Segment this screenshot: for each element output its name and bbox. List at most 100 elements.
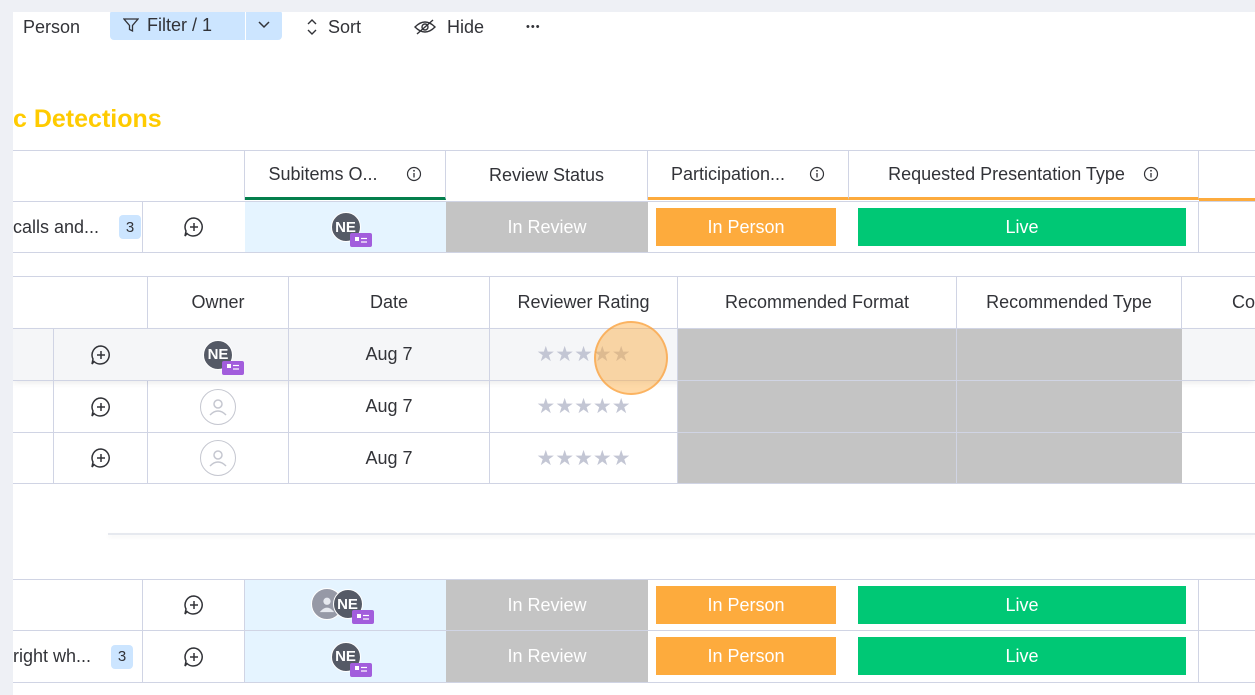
participation-label: In Person [707,216,785,237]
sort-icon [307,19,317,35]
review-status-cell[interactable]: In Review [446,631,648,682]
guest-badge-icon [351,610,374,624]
item-name-cell[interactable]: calls and... 3 [13,202,143,252]
review-status-cell[interactable]: In Review [446,202,648,252]
add-update-button[interactable] [143,580,244,630]
divider [13,682,1255,683]
add-update-icon [183,595,203,615]
subheader-recommended-format-label: Recommended Format [724,292,910,312]
subitem-owner-cell[interactable] [148,381,289,432]
recommended-type-cell[interactable] [957,329,1182,380]
presentation-type-cell[interactable]: Live [858,586,1186,624]
click-indicator [594,321,668,395]
subheader-next-column[interactable]: Co [1182,277,1255,328]
divider [13,483,1255,484]
subitem-date: Aug 7 [365,447,413,468]
sort-label: Sort [328,16,362,37]
add-update-button[interactable] [143,202,244,252]
participation-cell[interactable]: In Person [656,586,836,624]
empty-person-icon [200,388,236,425]
avatar: NE [332,589,374,624]
rating-stars[interactable]: ★★★★★ [536,446,630,471]
presentation-type-label: Live [1005,216,1039,237]
hide-button[interactable]: Hide [413,12,484,42]
recommended-type-cell[interactable] [957,433,1182,483]
subitem-owner-cell[interactable]: NE [148,329,289,380]
subheader-owner[interactable]: Owner [148,277,289,328]
board-canvas: Person Filter / 1 Sort Hide ••• c Detect… [13,12,1255,695]
subitem-owner-cell[interactable] [148,433,289,483]
subitem-rating-cell[interactable]: ★★★★★ [490,433,678,483]
presentation-type-cell[interactable]: Live [858,637,1186,675]
guest-badge-icon [349,662,372,677]
guest-badge-icon [349,233,372,247]
filter-button[interactable]: Filter / 1 [110,12,245,40]
add-update-icon [90,448,110,468]
participation-cell[interactable]: In Person [656,637,836,675]
subitems-owner-cell[interactable]: NE [245,202,446,252]
subitem-add-update-button[interactable] [54,329,147,380]
header-subitems[interactable]: Subitems O... [245,151,446,200]
subitems-owner-cell[interactable]: NE [245,631,446,682]
sort-button[interactable]: Sort [306,12,361,42]
divider [13,252,1255,253]
more-options-button[interactable]: ••• [526,12,541,42]
add-update-icon [183,646,203,667]
avatar-group: NE [310,588,381,624]
info-icon [406,166,421,182]
item-name-cell[interactable]: right wh... 3 [13,631,143,682]
empty-person-icon [200,440,236,476]
review-status-label: In Review [507,646,587,666]
subitem-add-update-button[interactable] [54,433,147,483]
item-name: calls and... [13,216,100,237]
subheader-recommended-type-label: Recommended Type [986,292,1152,312]
subitem-date-cell[interactable]: Aug 7 [289,433,490,483]
recommended-format-cell[interactable] [678,433,957,483]
subitems-owner-cell[interactable]: NE [245,580,446,630]
subitem-count-badge[interactable]: 3 [119,215,142,239]
add-update-icon [90,344,110,365]
subitems-footer [108,533,1255,535]
subitem-date: Aug 7 [365,344,413,364]
add-update-icon [90,396,110,417]
person-filter-button[interactable]: Person [23,12,80,42]
avatar: NE [203,339,244,375]
avatar: NE [330,641,372,677]
add-update-icon [183,217,203,237]
subheader-reviewer-rating[interactable]: Reviewer Rating [490,277,678,328]
filter-dropdown-button[interactable] [246,12,282,40]
presentation-type-cell[interactable]: Live [858,208,1186,246]
subitem-date-cell[interactable]: Aug 7 [289,329,490,380]
person-filter-label: Person [23,16,81,37]
item-name: right wh... [13,646,92,666]
presentation-type-label: Live [1005,645,1039,666]
info-icon [809,166,825,182]
more-icon: ••• [526,21,541,33]
recommended-type-cell[interactable] [957,381,1182,432]
subitem-date-cell[interactable]: Aug 7 [289,381,490,432]
rating-stars[interactable]: ★★★★★ [536,394,630,419]
subheader-reviewer-rating-label: Reviewer Rating [517,292,650,312]
header-presentation-type[interactable]: Requested Presentation Type [849,151,1199,200]
subheader-date[interactable]: Date [289,277,490,328]
header-review-status[interactable]: Review Status [446,151,648,200]
subitem-add-update-button[interactable] [54,381,147,432]
avatar: NE [330,212,372,247]
presentation-type-label: Live [1005,594,1039,615]
recommended-format-cell[interactable] [678,381,957,432]
group-title[interactable]: c Detections [13,105,162,134]
header-review-status-label: Review Status [488,165,605,185]
header-presentation-type-label: Requested Presentation Type [888,163,1125,184]
recommended-format-cell[interactable] [678,329,957,380]
subheader-recommended-format[interactable]: Recommended Format [678,277,957,328]
subheader-recommended-type[interactable]: Recommended Type [957,277,1182,328]
hide-label: Hide [447,16,485,37]
review-status-cell[interactable]: In Review [446,580,648,630]
item-name-cell[interactable] [13,580,143,630]
review-status-label: In Review [507,216,587,237]
header-participation[interactable]: Participation... [648,151,849,200]
header-subitems-label: Subitems O... [268,163,378,184]
subitem-count-badge[interactable]: 3 [111,644,134,669]
add-update-button[interactable] [143,631,244,682]
participation-cell[interactable]: In Person [656,208,836,246]
